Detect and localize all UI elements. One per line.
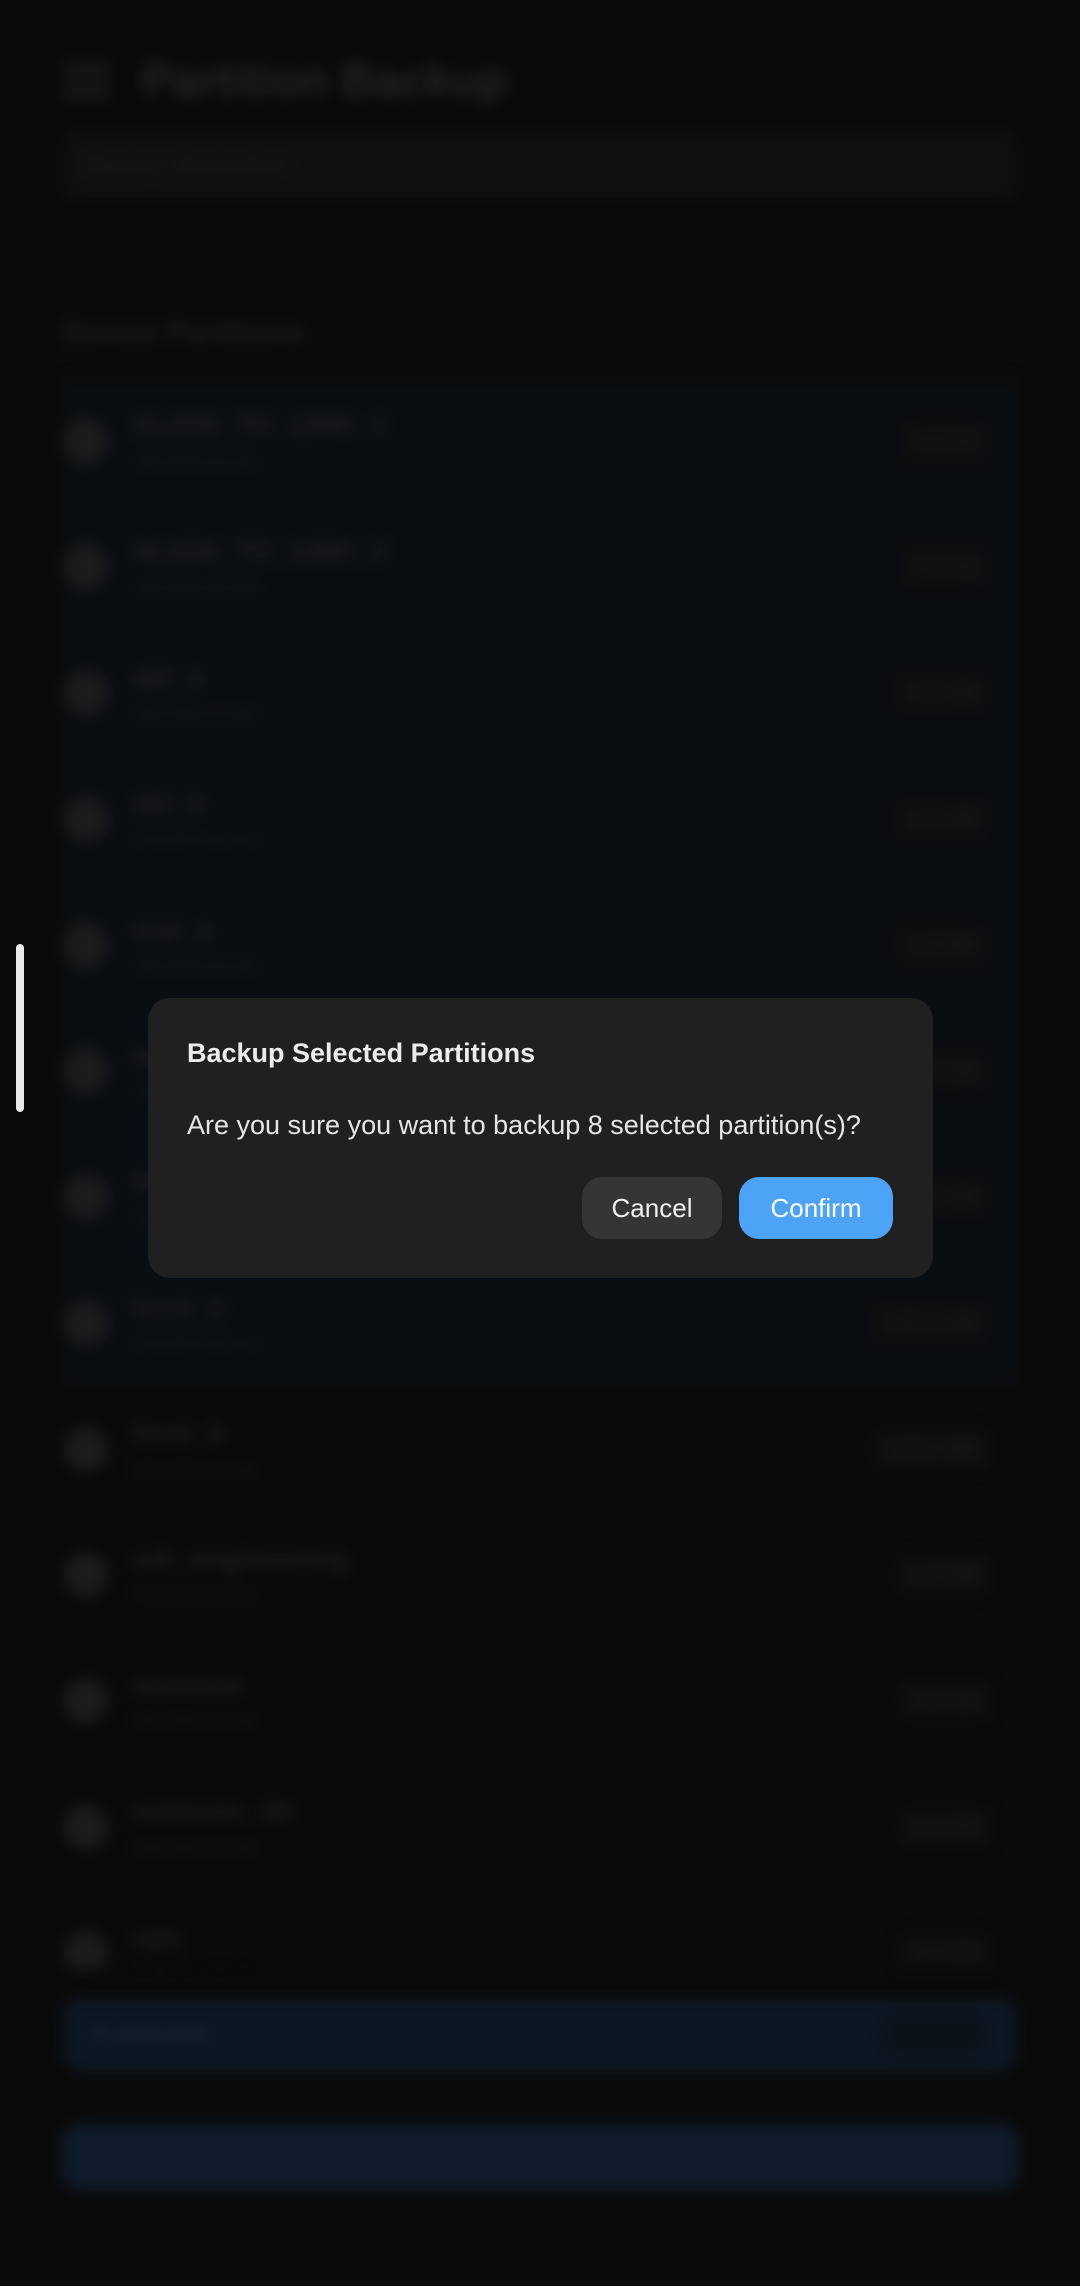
select-radio-icon[interactable]: [64, 1301, 108, 1345]
select-radio-icon[interactable]: [64, 1805, 108, 1849]
clear-selection-button[interactable]: [880, 2012, 988, 2058]
select-radio-icon[interactable]: [64, 545, 108, 589]
select-radio-icon[interactable]: [64, 923, 108, 967]
partition-text: cdt_engineering/dev/block/sde: [132, 1543, 894, 1608]
select-radio-icon[interactable]: [64, 1553, 108, 1597]
section-title: Device Partitions: [62, 316, 306, 349]
partition-text: cpu/dev/block/sde: [132, 1921, 898, 1969]
cancel-button[interactable]: Cancel: [582, 1177, 722, 1239]
partition-row[interactable]: abl_a/dev/block/sde 8.0 MB: [62, 630, 1018, 756]
partition-row[interactable]: cdt_engineering/dev/block/sde 1.0 MB: [62, 1512, 1018, 1638]
partition-path: /dev/block/sde: [132, 1710, 260, 1733]
partition-text: boot_a/dev/block/sde: [132, 1291, 870, 1356]
partition-name: cdt_engineering: [132, 1542, 349, 1574]
partition-path: /dev/block/sde: [132, 1836, 260, 1859]
info-bar: Backup destination: [62, 130, 1018, 200]
partition-row[interactable]: connsec/dev/block/sde 4.0 KB: [62, 1638, 1018, 1764]
screen: Partition Backup Backup destination Devi…: [0, 0, 1080, 2286]
partition-text: boot_b/dev/block/sde: [132, 1417, 870, 1482]
partition-name: ALIGN_TO_128K_1: [132, 408, 387, 440]
confirm-button[interactable]: Confirm: [739, 1177, 893, 1239]
partition-name: abl_a: [132, 660, 204, 692]
partition-path: /dev/block/sde: [132, 828, 260, 851]
partition-path: /dev/block/sde: [132, 1963, 898, 1969]
partition-name: boot_a: [132, 1290, 224, 1322]
partition-text: aop_a/dev/block/sde: [132, 913, 894, 978]
partition-row[interactable]: ALIGN_TO_128K_1/dev/block/sda 4.0 KB: [62, 378, 1018, 504]
partition-size: 4.0 KB: [897, 420, 992, 462]
partition-size: 4.0 KB: [897, 546, 992, 588]
partition-name: boot_b: [132, 1416, 226, 1448]
partition-row[interactable]: boot_b/dev/block/sde 128.0 MB: [62, 1386, 1018, 1512]
partition-name: abl_b: [132, 786, 206, 818]
partition-name: cpu: [132, 1920, 182, 1952]
partition-size: 1.0 MB: [894, 1554, 992, 1596]
partition-size: 4.0 KB: [897, 1932, 992, 1968]
partition-size: 8.0 MB: [894, 798, 992, 840]
partition-size: 4.0 KB: [897, 1806, 992, 1848]
partition-text: ALIGN_TO_128K_1/dev/block/sda: [132, 409, 898, 474]
partition-row[interactable]: connsec_bk/dev/block/sde 4.0 KB: [62, 1764, 1018, 1890]
partition-row[interactable]: ALIGN_TO_128K_2/dev/block/sdb 4.0 KB: [62, 504, 1018, 630]
partition-path: /dev/block/sde: [132, 1584, 260, 1607]
partition-name: connsec_bk: [132, 1794, 294, 1826]
partition-path: /dev/block/sde: [132, 702, 260, 725]
partition-size: 2.0 MB: [894, 924, 992, 966]
selection-bar: 8 selected: [62, 1998, 1018, 2072]
partition-size: 128.0 MB: [869, 1302, 992, 1344]
partition-name: ALIGN_TO_128K_2: [132, 534, 387, 566]
partition-size: 4.0 KB: [897, 1680, 992, 1722]
select-radio-icon[interactable]: [64, 797, 108, 841]
select-radio-icon[interactable]: [64, 1679, 108, 1723]
partition-text: ALIGN_TO_128K_2/dev/block/sdb: [132, 535, 898, 600]
partition-row[interactable]: boot_a/dev/block/sde 128.0 MB: [62, 1260, 1018, 1386]
dialog-title: Backup Selected Partitions: [187, 1038, 536, 1068]
select-radio-icon[interactable]: [64, 1427, 108, 1471]
partition-size: 8.0 MB: [894, 672, 992, 714]
backup-confirm-dialog: Backup Selected Partitions Are you sure …: [148, 998, 933, 1278]
partition-text: abl_a/dev/block/sde: [132, 661, 894, 726]
partition-text: abl_b/dev/block/sde: [132, 787, 894, 852]
partition-size: 128.0 MB: [869, 1428, 992, 1470]
backup-button[interactable]: [62, 2124, 1018, 2190]
info-text: Backup destination: [86, 151, 289, 178]
select-radio-icon[interactable]: [64, 671, 108, 715]
app-title: Partition Backup: [142, 54, 508, 106]
select-radio-icon[interactable]: [64, 1931, 108, 1968]
partition-row[interactable]: aop_a/dev/block/sde 2.0 MB: [62, 882, 1018, 1008]
partition-path: /dev/block/sde: [132, 1458, 260, 1481]
partition-name: aop_a: [132, 912, 213, 944]
partition-text: connsec/dev/block/sde: [132, 1669, 898, 1734]
partition-row[interactable]: abl_b/dev/block/sde 8.0 MB: [62, 756, 1018, 882]
partition-path: /dev/block/sda: [132, 450, 260, 473]
select-radio-icon[interactable]: [64, 1049, 108, 1093]
partition-row[interactable]: cpu/dev/block/sde4.0 KB: [62, 1890, 1018, 1968]
partition-path: /dev/block/sde: [132, 954, 260, 977]
select-radio-icon[interactable]: [64, 419, 108, 463]
select-radio-icon[interactable]: [64, 1175, 108, 1219]
partition-name: connsec: [132, 1668, 246, 1700]
partition-path: /dev/block/sdb: [132, 576, 260, 599]
selected-count: 8 selected: [92, 2021, 209, 2048]
partition-path: /dev/block/sde: [132, 1332, 260, 1355]
menu-icon[interactable]: [62, 56, 110, 104]
edge-handle[interactable]: [16, 944, 24, 1112]
dialog-message: Are you sure you want to backup 8 select…: [187, 1110, 861, 1140]
app-header: Partition Backup: [62, 50, 1018, 110]
partition-text: connsec_bk/dev/block/sde: [132, 1795, 898, 1860]
